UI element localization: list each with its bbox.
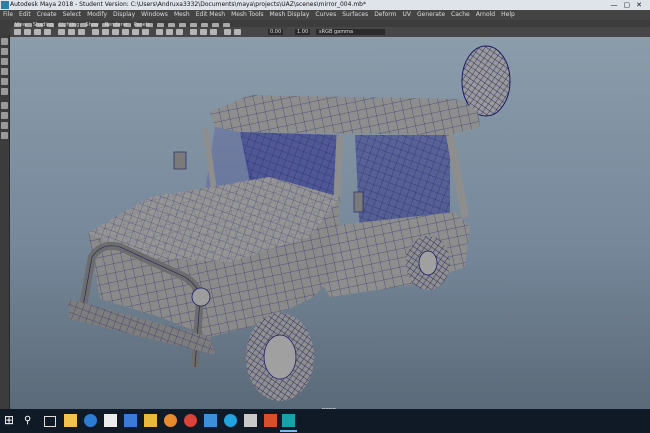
- lights-icon[interactable]: [132, 29, 139, 35]
- grid-icon[interactable]: [58, 29, 65, 35]
- camera-attributes-icon[interactable]: [24, 29, 31, 35]
- headlight: [191, 287, 211, 307]
- view-transform-dropdown[interactable]: sRGB gamma: [316, 29, 385, 35]
- xray-icon[interactable]: [200, 29, 207, 35]
- gamma-field[interactable]: 1.00: [295, 29, 311, 35]
- mail-icon[interactable]: [124, 414, 137, 427]
- resolution-gate-icon[interactable]: [78, 29, 85, 35]
- toolbox: [0, 34, 10, 409]
- smooth-shade-icon[interactable]: [102, 29, 109, 35]
- bookmarks-icon[interactable]: [34, 29, 41, 35]
- gamma-icon[interactable]: [234, 29, 241, 35]
- textured-icon[interactable]: [122, 29, 129, 35]
- rear-wheel: [406, 236, 450, 290]
- photos-icon[interactable]: [204, 414, 217, 427]
- firefox-icon[interactable]: [164, 414, 177, 427]
- ambient-occlusion-icon[interactable]: [156, 29, 163, 35]
- menu-deform[interactable]: Deform: [371, 10, 399, 20]
- skype-icon[interactable]: [224, 414, 237, 427]
- menu-create[interactable]: Create: [34, 10, 60, 20]
- spare-wheel: [461, 45, 511, 117]
- move-tool-icon[interactable]: [1, 68, 8, 75]
- menu-uv[interactable]: UV: [400, 10, 415, 20]
- anti-aliasing-icon[interactable]: [176, 29, 183, 35]
- store-icon[interactable]: [104, 414, 117, 427]
- four-view-icon[interactable]: [1, 112, 8, 119]
- viewport-persp[interactable]: [10, 37, 650, 409]
- outliner-icon[interactable]: [1, 122, 8, 129]
- paint-icon[interactable]: [264, 414, 277, 427]
- layout-icon[interactable]: [1, 132, 8, 139]
- menu-edit-mesh[interactable]: Edit Mesh: [193, 10, 228, 20]
- paint-select-icon[interactable]: [1, 58, 8, 65]
- menu-generate[interactable]: Generate: [414, 10, 448, 20]
- hood-and-front: [88, 177, 340, 337]
- menu-modify[interactable]: Modify: [84, 10, 110, 20]
- motion-blur-icon[interactable]: [166, 29, 173, 35]
- menu-edit[interactable]: Edit: [16, 10, 34, 20]
- wireframe-icon[interactable]: [92, 29, 99, 35]
- rotate-tool-icon[interactable]: [1, 78, 8, 85]
- window-controls[interactable]: —▢✕: [611, 0, 648, 10]
- exposure-field[interactable]: 0.00: [268, 29, 284, 35]
- scale-tool-icon[interactable]: [1, 88, 8, 95]
- menu-mesh-tools[interactable]: Mesh Tools: [228, 10, 266, 20]
- menu-arnold[interactable]: Arnold: [473, 10, 498, 20]
- menu-surfaces[interactable]: Surfaces: [339, 10, 371, 20]
- menu-help[interactable]: Help: [498, 10, 518, 20]
- film-gate-icon[interactable]: [68, 29, 75, 35]
- maya-logo-icon: [1, 1, 9, 9]
- menu-windows[interactable]: Windows: [138, 10, 171, 20]
- uaz-jeep-model: [68, 45, 511, 401]
- xray-joints-icon[interactable]: [210, 29, 217, 35]
- title-bar: Autodesk Maya 2018 - Student Version: C:…: [0, 0, 650, 10]
- menu-mesh[interactable]: Mesh: [171, 10, 193, 20]
- task-view-icon[interactable]: [44, 416, 56, 427]
- file-explorer-icon[interactable]: [64, 414, 77, 427]
- select-tool-icon[interactable]: [1, 38, 8, 45]
- menu-file[interactable]: File: [0, 10, 16, 20]
- select-camera-icon[interactable]: [14, 29, 21, 35]
- wireframe-on-shaded-icon[interactable]: [112, 29, 119, 35]
- chrome-icon[interactable]: [184, 414, 197, 427]
- menu-curves[interactable]: Curves: [312, 10, 339, 20]
- front-wheel: [246, 313, 314, 401]
- search-icon[interactable]: ⚲: [24, 414, 37, 427]
- media-icon[interactable]: [244, 414, 257, 427]
- windows-start-icon[interactable]: ⊞: [4, 414, 17, 427]
- lasso-tool-icon[interactable]: [1, 48, 8, 55]
- windows-taskbar: ⊞ ⚲: [0, 409, 650, 433]
- explorer-folder-icon[interactable]: [144, 414, 157, 427]
- menu-cache[interactable]: Cache: [448, 10, 473, 20]
- menu-display[interactable]: Display: [110, 10, 138, 20]
- menu-select[interactable]: Select: [60, 10, 85, 20]
- main-menu-bar: File Edit Create Select Modify Display W…: [0, 10, 650, 20]
- isolate-select-icon[interactable]: [190, 29, 197, 35]
- single-view-icon[interactable]: [1, 102, 8, 109]
- exposure-icon[interactable]: [224, 29, 231, 35]
- shadows-icon[interactable]: [142, 29, 149, 35]
- window-title: Autodesk Maya 2018 - Student Version: C:…: [10, 1, 366, 8]
- image-plane-icon[interactable]: [44, 29, 51, 35]
- edge-icon[interactable]: [84, 414, 97, 427]
- maya-icon[interactable]: [280, 414, 297, 432]
- menu-mesh-display[interactable]: Mesh Display: [267, 10, 313, 20]
